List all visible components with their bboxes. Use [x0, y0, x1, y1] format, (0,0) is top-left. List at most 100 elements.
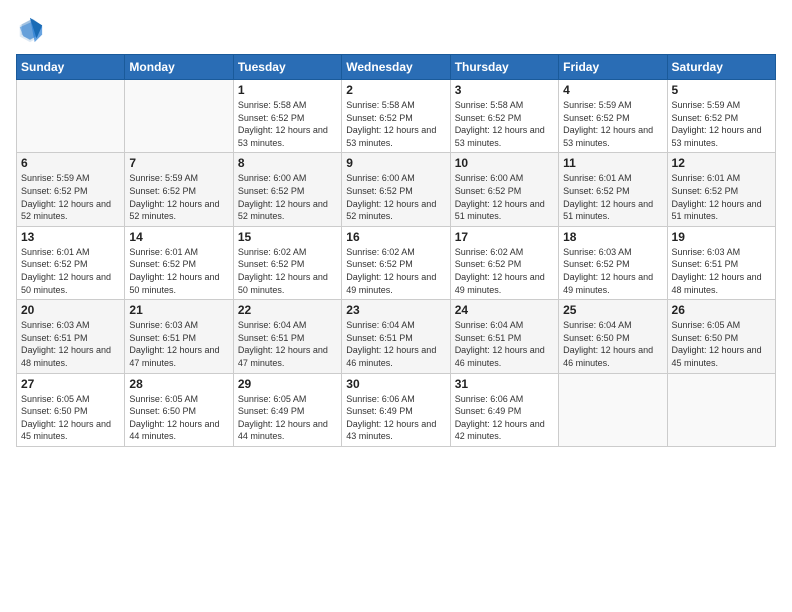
day-number: 7 — [129, 156, 228, 170]
day-number: 21 — [129, 303, 228, 317]
day-detail: Sunrise: 6:01 AM Sunset: 6:52 PM Dayligh… — [672, 172, 771, 222]
calendar-cell: 15 Sunrise: 6:02 AM Sunset: 6:52 PM Dayli… — [233, 226, 341, 299]
day-number: 2 — [346, 83, 445, 97]
day-number: 4 — [563, 83, 662, 97]
calendar-cell: 29 Sunrise: 6:05 AM Sunset: 6:49 PM Dayli… — [233, 373, 341, 446]
calendar-cell: 20 Sunrise: 6:03 AM Sunset: 6:51 PM Dayli… — [17, 300, 125, 373]
day-detail: Sunrise: 5:59 AM Sunset: 6:52 PM Dayligh… — [129, 172, 228, 222]
day-number: 30 — [346, 377, 445, 391]
day-detail: Sunrise: 6:02 AM Sunset: 6:52 PM Dayligh… — [346, 246, 445, 296]
day-number: 14 — [129, 230, 228, 244]
calendar-cell: 17 Sunrise: 6:02 AM Sunset: 6:52 PM Dayli… — [450, 226, 558, 299]
calendar-cell: 11Sunrise: 6:01 AM Sunset: 6:52 PM Dayli… — [559, 153, 667, 226]
day-number: 26 — [672, 303, 771, 317]
day-detail: Sunrise: 5:58 AM Sunset: 6:52 PM Dayligh… — [238, 99, 337, 149]
calendar-cell: 19 Sunrise: 6:03 AM Sunset: 6:51 PM Dayli… — [667, 226, 775, 299]
header — [16, 16, 776, 44]
day-number: 8 — [238, 156, 337, 170]
calendar-cell — [125, 80, 233, 153]
calendar-cell: 27 Sunrise: 6:05 AM Sunset: 6:50 PM Dayli… — [17, 373, 125, 446]
page: SundayMondayTuesdayWednesdayThursdayFrid… — [0, 0, 792, 612]
day-detail: Sunrise: 5:59 AM Sunset: 6:52 PM Dayligh… — [21, 172, 120, 222]
day-detail: Sunrise: 6:00 AM Sunset: 6:52 PM Dayligh… — [346, 172, 445, 222]
day-detail: Sunrise: 6:01 AM Sunset: 6:52 PM Dayligh… — [129, 246, 228, 296]
calendar-cell: 1 Sunrise: 5:58 AM Sunset: 6:52 PM Daylig… — [233, 80, 341, 153]
day-detail: Sunrise: 6:04 AM Sunset: 6:51 PM Dayligh… — [238, 319, 337, 369]
day-detail: Sunrise: 6:03 AM Sunset: 6:51 PM Dayligh… — [21, 319, 120, 369]
day-detail: Sunrise: 6:01 AM Sunset: 6:52 PM Dayligh… — [21, 246, 120, 296]
day-detail: Sunrise: 6:05 AM Sunset: 6:50 PM Dayligh… — [672, 319, 771, 369]
day-number: 1 — [238, 83, 337, 97]
day-detail: Sunrise: 6:01 AM Sunset: 6:52 PM Dayligh… — [563, 172, 662, 222]
calendar-cell: 13 Sunrise: 6:01 AM Sunset: 6:52 PM Dayli… — [17, 226, 125, 299]
day-detail: Sunrise: 6:03 AM Sunset: 6:51 PM Dayligh… — [672, 246, 771, 296]
calendar-cell: 31 Sunrise: 6:06 AM Sunset: 6:49 PM Dayli… — [450, 373, 558, 446]
calendar-cell: 26 Sunrise: 6:05 AM Sunset: 6:50 PM Dayli… — [667, 300, 775, 373]
day-number: 3 — [455, 83, 554, 97]
logo — [16, 16, 48, 44]
calendar-cell — [559, 373, 667, 446]
calendar-cell: 21 Sunrise: 6:03 AM Sunset: 6:51 PM Dayli… — [125, 300, 233, 373]
day-detail: Sunrise: 6:02 AM Sunset: 6:52 PM Dayligh… — [238, 246, 337, 296]
calendar-cell: 3 Sunrise: 5:58 AM Sunset: 6:52 PM Daylig… — [450, 80, 558, 153]
day-detail: Sunrise: 6:06 AM Sunset: 6:49 PM Dayligh… — [346, 393, 445, 443]
calendar-week-1: 1 Sunrise: 5:58 AM Sunset: 6:52 PM Daylig… — [17, 80, 776, 153]
day-detail: Sunrise: 6:00 AM Sunset: 6:52 PM Dayligh… — [238, 172, 337, 222]
weekday-header-wednesday: Wednesday — [342, 55, 450, 80]
calendar-cell: 5Sunrise: 5:59 AM Sunset: 6:52 PM Daylig… — [667, 80, 775, 153]
day-detail: Sunrise: 6:05 AM Sunset: 6:50 PM Dayligh… — [129, 393, 228, 443]
day-detail: Sunrise: 5:58 AM Sunset: 6:52 PM Dayligh… — [455, 99, 554, 149]
logo-icon — [16, 16, 44, 44]
day-number: 23 — [346, 303, 445, 317]
calendar-cell: 9Sunrise: 6:00 AM Sunset: 6:52 PM Daylig… — [342, 153, 450, 226]
day-detail: Sunrise: 6:02 AM Sunset: 6:52 PM Dayligh… — [455, 246, 554, 296]
day-number: 27 — [21, 377, 120, 391]
day-number: 13 — [21, 230, 120, 244]
calendar-cell: 24 Sunrise: 6:04 AM Sunset: 6:51 PM Dayli… — [450, 300, 558, 373]
day-number: 28 — [129, 377, 228, 391]
day-number: 20 — [21, 303, 120, 317]
calendar-week-2: 6 Sunrise: 5:59 AM Sunset: 6:52 PM Daylig… — [17, 153, 776, 226]
calendar-cell: 22Sunrise: 6:04 AM Sunset: 6:51 PM Dayli… — [233, 300, 341, 373]
day-detail: Sunrise: 6:05 AM Sunset: 6:49 PM Dayligh… — [238, 393, 337, 443]
calendar-week-4: 20 Sunrise: 6:03 AM Sunset: 6:51 PM Dayli… — [17, 300, 776, 373]
calendar-cell: 30 Sunrise: 6:06 AM Sunset: 6:49 PM Dayli… — [342, 373, 450, 446]
day-number: 19 — [672, 230, 771, 244]
day-detail: Sunrise: 6:05 AM Sunset: 6:50 PM Dayligh… — [21, 393, 120, 443]
calendar-cell: 7 Sunrise: 5:59 AM Sunset: 6:52 PM Daylig… — [125, 153, 233, 226]
weekday-header-sunday: Sunday — [17, 55, 125, 80]
day-number: 5 — [672, 83, 771, 97]
day-number: 15 — [238, 230, 337, 244]
day-number: 10 — [455, 156, 554, 170]
day-detail: Sunrise: 6:04 AM Sunset: 6:51 PM Dayligh… — [455, 319, 554, 369]
day-detail: Sunrise: 6:03 AM Sunset: 6:51 PM Dayligh… — [129, 319, 228, 369]
calendar-cell: 6 Sunrise: 5:59 AM Sunset: 6:52 PM Daylig… — [17, 153, 125, 226]
day-detail: Sunrise: 5:59 AM Sunset: 6:52 PM Dayligh… — [563, 99, 662, 149]
day-number: 12 — [672, 156, 771, 170]
weekday-header-tuesday: Tuesday — [233, 55, 341, 80]
calendar-cell: 25Sunrise: 6:04 AM Sunset: 6:50 PM Dayli… — [559, 300, 667, 373]
day-number: 17 — [455, 230, 554, 244]
calendar-cell: 28 Sunrise: 6:05 AM Sunset: 6:50 PM Dayli… — [125, 373, 233, 446]
calendar-week-5: 27 Sunrise: 6:05 AM Sunset: 6:50 PM Dayli… — [17, 373, 776, 446]
calendar-cell: 16Sunrise: 6:02 AM Sunset: 6:52 PM Dayli… — [342, 226, 450, 299]
day-number: 29 — [238, 377, 337, 391]
calendar-cell: 14 Sunrise: 6:01 AM Sunset: 6:52 PM Dayli… — [125, 226, 233, 299]
day-number: 6 — [21, 156, 120, 170]
weekday-header-saturday: Saturday — [667, 55, 775, 80]
calendar-cell: 18Sunrise: 6:03 AM Sunset: 6:52 PM Dayli… — [559, 226, 667, 299]
day-number: 25 — [563, 303, 662, 317]
calendar-table: SundayMondayTuesdayWednesdayThursdayFrid… — [16, 54, 776, 447]
calendar-cell: 8 Sunrise: 6:00 AM Sunset: 6:52 PM Daylig… — [233, 153, 341, 226]
calendar-cell — [667, 373, 775, 446]
weekday-header-friday: Friday — [559, 55, 667, 80]
day-number: 24 — [455, 303, 554, 317]
day-detail: Sunrise: 5:58 AM Sunset: 6:52 PM Dayligh… — [346, 99, 445, 149]
day-detail: Sunrise: 6:00 AM Sunset: 6:52 PM Dayligh… — [455, 172, 554, 222]
day-number: 31 — [455, 377, 554, 391]
day-detail: Sunrise: 6:03 AM Sunset: 6:52 PM Dayligh… — [563, 246, 662, 296]
calendar-cell: 2 Sunrise: 5:58 AM Sunset: 6:52 PM Daylig… — [342, 80, 450, 153]
day-detail: Sunrise: 6:04 AM Sunset: 6:51 PM Dayligh… — [346, 319, 445, 369]
day-detail: Sunrise: 6:06 AM Sunset: 6:49 PM Dayligh… — [455, 393, 554, 443]
weekday-header-monday: Monday — [125, 55, 233, 80]
